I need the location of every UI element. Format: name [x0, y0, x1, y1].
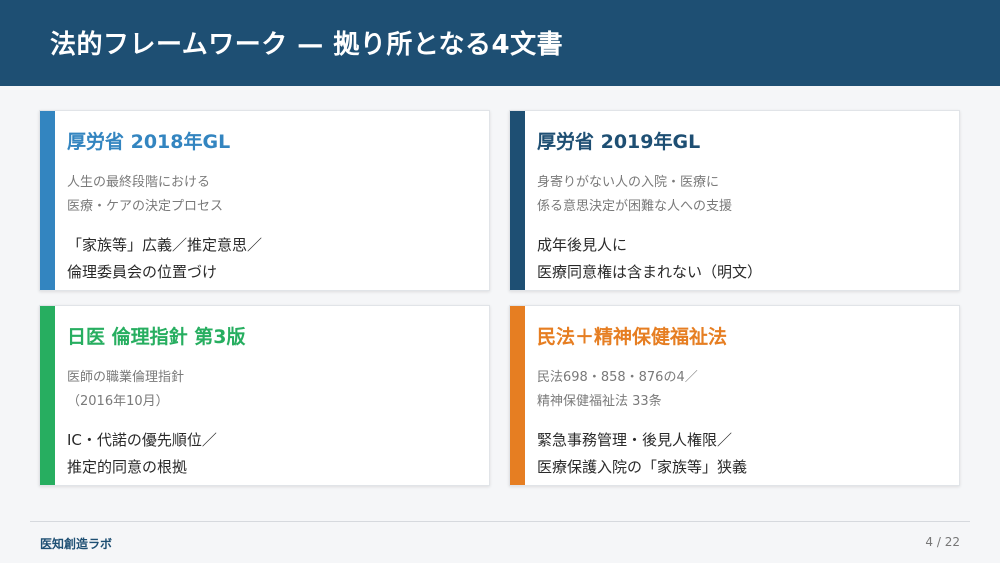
card-subtitle-line: 民法698・858・876の4／ [537, 370, 698, 385]
card-accent-bar [510, 306, 525, 485]
card-summary: 「家族等」広義／推定意思／ 倫理委員会の位置づけ [67, 232, 262, 286]
card-summary: 緊急事務管理・後見人権限／ 医療保護入院の「家族等」狭義 [537, 427, 747, 481]
card-subtitle-line: 医療・ケアの決定プロセス [67, 199, 224, 214]
footer-brand: 医知創造ラボ [40, 537, 113, 551]
card-title: 日医 倫理指針 第3版 [67, 326, 246, 348]
card-summary-line: 推定的同意の根拠 [67, 458, 188, 476]
card-summary: 成年後見人に 医療同意権は含まれない（明文） [537, 232, 762, 286]
card-subtitle: 人生の最終段階における 医療・ケアの決定プロセス [67, 171, 223, 219]
card-subtitle: 医師の職業倫理指針 （2016年10月） [67, 366, 184, 414]
card-subtitle-line: 身寄りがない人の入院・医療に [537, 175, 720, 190]
card-title: 民法＋精神保健福祉法 [537, 326, 728, 348]
card-accent-bar [40, 111, 55, 290]
card-summary: IC・代諾の優先順位／ 推定的同意の根拠 [67, 427, 217, 481]
card-subtitle: 身寄りがない人の入院・医療に 係る意思決定が困難な人への支援 [537, 171, 732, 219]
card-accent-bar [510, 111, 525, 290]
card-subtitle-line: 係る意思決定が困難な人への支援 [537, 199, 733, 214]
card-subtitle-line: 医師の職業倫理指針 [67, 370, 185, 385]
card-title: 厚労省 2019年GL [537, 131, 701, 153]
footer-divider [30, 521, 970, 522]
page-title: 法的フレームワーク — 拠り所となる4文書 [50, 30, 564, 60]
card-summary-line: 「家族等」広義／推定意思／ [67, 236, 263, 254]
card-title: 厚労省 2018年GL [67, 131, 231, 153]
card-summary-line: 倫理委員会の位置づけ [67, 263, 218, 281]
card-summary-line: 医療保護入院の「家族等」狭義 [537, 458, 748, 476]
card-accent-bar [40, 306, 55, 485]
card-mhlw-2018: 厚労省 2018年GL 人生の最終段階における 医療・ケアの決定プロセス 「家族… [39, 110, 490, 291]
card-subtitle-line: （2016年10月） [67, 394, 169, 409]
card-subtitle-line: 人生の最終段階における [67, 175, 211, 190]
card-jma-ethics: 日医 倫理指針 第3版 医師の職業倫理指針 （2016年10月） IC・代諾の優… [39, 305, 490, 486]
card-summary-line: 成年後見人に [537, 236, 628, 254]
card-summary-line: IC・代諾の優先順位／ [67, 431, 217, 449]
header-bar: 法的フレームワーク — 拠り所となる4文書 [0, 0, 1000, 86]
card-civil-mental-health-law: 民法＋精神保健福祉法 民法698・858・876の4／ 精神保健福祉法 33条 … [509, 305, 960, 486]
card-summary-line: 医療同意権は含まれない（明文） [537, 263, 763, 281]
card-summary-line: 緊急事務管理・後見人権限／ [537, 431, 733, 449]
card-subtitle: 民法698・858・876の4／ 精神保健福祉法 33条 [537, 366, 698, 414]
card-subtitle-line: 精神保健福祉法 33条 [537, 394, 662, 409]
page-number: 4 / 22 [925, 535, 960, 549]
card-mhlw-2019: 厚労省 2019年GL 身寄りがない人の入院・医療に 係る意思決定が困難な人への… [509, 110, 960, 291]
